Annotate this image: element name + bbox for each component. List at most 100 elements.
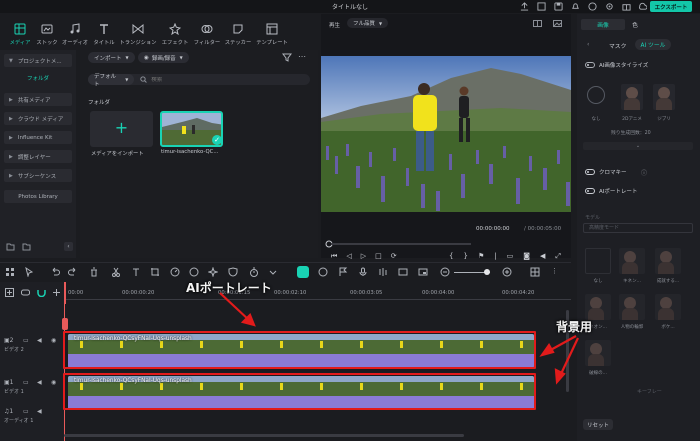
volume-icon[interactable]: ◀ — [540, 252, 545, 261]
search-input[interactable] — [151, 76, 310, 83]
undo-icon[interactable] — [50, 267, 60, 277]
tab-image[interactable]: 画像 — [581, 19, 625, 30]
sidebar-item-influence-kit[interactable]: ▶ Influence Kit — [4, 131, 72, 144]
cut-icon[interactable] — [111, 267, 121, 277]
notification-icon[interactable] — [571, 2, 580, 11]
audio-mix-icon[interactable] — [378, 267, 388, 277]
cloud-icon[interactable] — [638, 2, 647, 11]
video-preview[interactable] — [321, 56, 571, 212]
snapshot-icon[interactable] — [553, 20, 562, 27]
new-folder-icon[interactable] — [6, 243, 15, 251]
upload-icon[interactable] — [520, 2, 529, 11]
portrait-thumb-5[interactable] — [655, 294, 681, 320]
display-icon[interactable]: ▭ — [507, 252, 514, 261]
tab-title[interactable]: タイトル — [86, 22, 122, 48]
folder-icon[interactable]: ▭ — [23, 379, 29, 386]
tab-sticker[interactable]: ステッカー — [220, 22, 256, 48]
sidebar-item-photos-library[interactable]: Photos Library — [4, 190, 72, 203]
playhead-marker[interactable] — [62, 318, 68, 330]
gift-icon[interactable] — [622, 2, 631, 11]
settings-icon[interactable] — [605, 2, 614, 11]
mark-out-icon[interactable]: } — [463, 252, 467, 261]
portrait-thumb-1[interactable] — [619, 248, 645, 274]
sidebar-item-cloud-media[interactable]: ▶ クラウド メディア — [4, 112, 72, 125]
color-icon[interactable] — [189, 267, 199, 277]
tab-transition[interactable]: トランジション — [119, 22, 157, 48]
prev-frame-icon[interactable]: ⏮ — [331, 252, 337, 261]
timer-icon[interactable] — [249, 267, 259, 277]
more-icon[interactable]: ⋮ — [551, 267, 558, 275]
delete-icon[interactable] — [89, 267, 99, 277]
ai-tool-icon[interactable] — [208, 267, 218, 277]
sidebar-item-adjustment-layer[interactable]: ▶ 調整レイヤー — [4, 150, 72, 163]
picture-in-picture-icon[interactable] — [418, 267, 428, 277]
layout-grid-icon[interactable] — [530, 267, 540, 277]
grid-icon[interactable] — [5, 267, 15, 277]
eye-icon[interactable]: ◉ — [51, 337, 56, 344]
import-media-card[interactable]: + — [90, 111, 153, 147]
model-select[interactable]: 高精度モード — [583, 223, 693, 233]
shield-check-icon[interactable] — [318, 267, 328, 277]
style-thumb-2[interactable] — [653, 84, 675, 110]
render-button[interactable] — [297, 266, 309, 278]
layout-icon[interactable] — [537, 2, 546, 11]
compare-view-icon[interactable] — [533, 20, 542, 27]
ai-portrait-toggle[interactable] — [585, 188, 595, 194]
link-icon[interactable] — [21, 288, 30, 297]
speaker-icon[interactable]: ◀ — [37, 408, 42, 415]
eye-icon[interactable]: ◉ — [51, 379, 56, 386]
mark-in-icon[interactable]: { — [449, 252, 453, 261]
portrait-thumb-4[interactable] — [619, 294, 645, 320]
clip-thumbnail[interactable]: ✓ — [160, 111, 223, 147]
shield-icon[interactable] — [228, 267, 238, 277]
loop-icon[interactable]: ⟳ — [391, 252, 397, 261]
folder-icon[interactable] — [22, 243, 31, 251]
add-track-icon[interactable] — [5, 288, 14, 297]
folder-icon[interactable]: ▭ — [23, 337, 29, 344]
portrait-thumb-2[interactable] — [655, 248, 681, 274]
play-icon[interactable]: ▷ — [361, 252, 366, 261]
timeline-ruler[interactable]: 00:00 00:00:00:20 00:00:01:15 00:00:02:1… — [64, 282, 571, 304]
chevron-left-icon[interactable]: ‹ — [587, 41, 589, 48]
account-icon[interactable] — [588, 2, 597, 11]
zoom-in-icon[interactable] — [502, 267, 512, 277]
step-back-icon[interactable]: ◁ — [346, 252, 351, 261]
horizontal-scrollbar[interactable] — [64, 434, 464, 437]
redo-icon[interactable] — [68, 267, 78, 277]
record-dropdown[interactable]: ◉ 録画/録音 ▼ — [138, 52, 189, 63]
folder-icon[interactable]: ▭ — [23, 408, 29, 415]
portrait-thumb-6[interactable] — [585, 340, 611, 366]
magnet-icon[interactable] — [37, 288, 46, 297]
portrait-thumb-3[interactable] — [585, 294, 611, 320]
chroma-toggle[interactable] — [585, 169, 595, 175]
ai-style-toggle[interactable] — [585, 62, 595, 68]
portrait-none[interactable] — [585, 248, 611, 274]
import-dropdown[interactable]: インポート ▼ — [88, 52, 135, 63]
crop-icon[interactable] — [150, 267, 160, 277]
style-thumb-1[interactable] — [621, 84, 643, 110]
tab-template[interactable]: テンプレート — [254, 22, 290, 48]
marker-icon[interactable]: ⚑ — [478, 252, 484, 261]
collapse-sidebar-button[interactable]: ‹ — [64, 242, 73, 251]
select-tool-icon[interactable] — [24, 267, 34, 277]
subtab-ai-tools[interactable]: AI ツール — [635, 39, 671, 50]
more-tools-icon[interactable] — [268, 267, 278, 277]
reset-button[interactable]: リセット — [583, 419, 613, 430]
more-icon[interactable]: ⋯ — [298, 52, 306, 61]
marker-track-icon[interactable] — [52, 288, 61, 297]
filter-funnel-icon[interactable] — [282, 53, 292, 62]
collapse-button[interactable]: ⌄ — [583, 142, 693, 150]
subtitle-icon[interactable] — [398, 267, 408, 277]
quality-dropdown[interactable]: フル品質 ▼ — [347, 18, 389, 28]
export-button[interactable]: エクスポート — [650, 1, 692, 12]
sidebar-item-subsequence[interactable]: ▶ サブシーケンス — [4, 169, 72, 182]
zoom-slider-handle[interactable] — [484, 269, 490, 275]
sidebar-item-shared-media[interactable]: ▶ 共有メディア — [4, 93, 72, 106]
save-icon[interactable] — [554, 2, 563, 11]
style-none-icon[interactable] — [587, 86, 605, 104]
sort-dropdown[interactable]: デフォルト ▼ — [88, 74, 135, 88]
flag-icon[interactable] — [338, 267, 348, 277]
playback-progress[interactable] — [331, 243, 471, 245]
sidebar-item-folder[interactable]: フォルダ — [4, 71, 72, 84]
speaker-icon[interactable]: ◀ — [37, 337, 42, 344]
